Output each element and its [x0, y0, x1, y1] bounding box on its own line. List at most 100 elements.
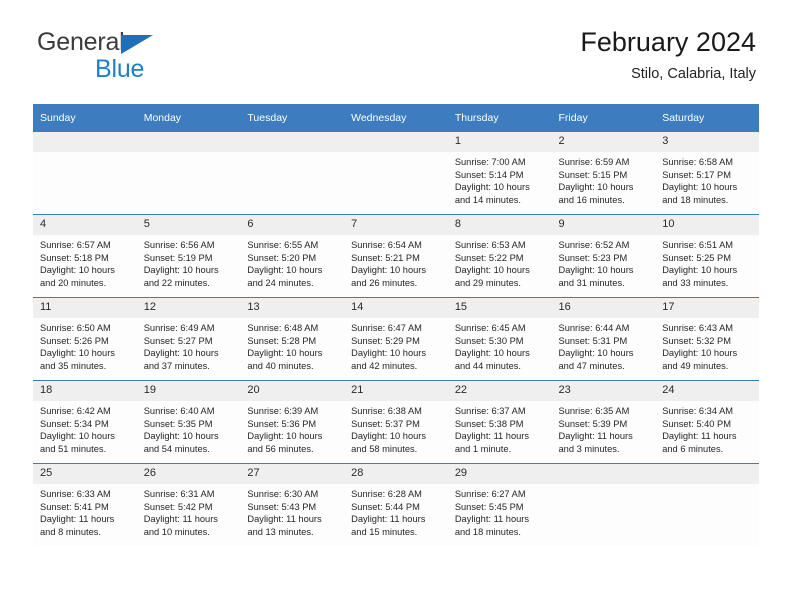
daylight-text-line2: and 13 minutes.: [247, 526, 314, 537]
calendar-day-cell[interactable]: 16 Sunrise: 6:44 AM Sunset: 5:31 PM Dayligh…: [551, 297, 656, 381]
day-number: 23: [551, 381, 656, 401]
day-number: 28: [344, 464, 448, 484]
calendar-day-cell[interactable]: 9 Sunrise: 6:52 AM Sunset: 5:23 PM Daylight…: [551, 214, 656, 298]
calendar-day-cell[interactable]: 27 Sunrise: 6:30 AM Sunset: 5:43 PM Dayligh…: [240, 463, 345, 546]
calendar-day-cell[interactable]: 13 Sunrise: 6:48 AM Sunset: 5:28 PM Dayligh…: [240, 297, 345, 381]
calendar-day-cell[interactable]: 20 Sunrise: 6:39 AM Sunset: 5:36 PM Dayligh…: [240, 380, 345, 464]
day-number: 29: [447, 464, 552, 484]
sunset-text: Sunset: 5:27 PM: [143, 335, 213, 346]
day-number: 14: [344, 298, 448, 318]
daylight-text-line2: and 42 minutes.: [351, 360, 418, 371]
daylight-text-line2: and 6 minutes.: [662, 443, 724, 454]
daylight-text-line2: and 47 minutes.: [558, 360, 625, 371]
day-number: 3: [655, 132, 759, 152]
sunrise-text: Sunrise: 6:33 AM: [40, 489, 111, 499]
calendar-day-cell-empty: [655, 463, 759, 546]
sunset-text: Sunset: 5:34 PM: [40, 418, 109, 429]
calendar-day-cell[interactable]: 7 Sunrise: 6:54 AM Sunset: 5:21 PM Daylight…: [344, 214, 448, 298]
sunset-text: Sunset: 5:25 PM: [662, 252, 731, 263]
daylight-text-line1: Daylight: 10 hours: [40, 265, 115, 276]
calendar-day-cell[interactable]: 18 Sunrise: 6:42 AM Sunset: 5:34 PM Dayligh…: [33, 380, 137, 464]
calendar-day-cell[interactable]: 23 Sunrise: 6:35 AM Sunset: 5:39 PM Dayligh…: [551, 380, 656, 464]
day-sun-info: Sunrise: 6:27 AM Sunset: 5:45 PM Daylight:…: [448, 484, 552, 538]
sunset-text: Sunset: 5:19 PM: [143, 252, 213, 263]
day-number: 20: [240, 381, 345, 401]
calendar-day-cell[interactable]: 15 Sunrise: 6:45 AM Sunset: 5:30 PM Dayligh…: [447, 297, 552, 381]
calendar-day-cell[interactable]: 29 Sunrise: 6:27 AM Sunset: 5:45 PM Dayligh…: [447, 463, 552, 546]
day-number: 6: [240, 215, 345, 235]
calendar-day-cell[interactable]: 3 Sunrise: 6:58 AM Sunset: 5:17 PM Daylight…: [655, 132, 759, 215]
weekday-header-wednesday: Wednesday: [344, 104, 448, 132]
daylight-text-line1: Daylight: 11 hours: [454, 431, 530, 442]
calendar-day-cell[interactable]: 5 Sunrise: 6:56 AM Sunset: 5:19 PM Daylight…: [136, 214, 241, 298]
day-sun-info: Sunrise: 6:31 AM Sunset: 5:42 PM Daylight:…: [137, 484, 241, 538]
day-sun-info: Sunrise: 6:54 AM Sunset: 5:21 PM Daylight:…: [344, 235, 448, 289]
general-blue-logo[interactable]: General Blue: [37, 30, 217, 82]
sunrise-text: Sunrise: 6:31 AM: [143, 489, 215, 499]
day-number: 1: [447, 132, 552, 152]
calendar-day-cell[interactable]: 24 Sunrise: 6:34 AM Sunset: 5:40 PM Dayligh…: [655, 380, 759, 464]
triangle-icon: [121, 35, 153, 54]
day-sun-info: Sunrise: 6:53 AM Sunset: 5:22 PM Daylight:…: [448, 235, 552, 289]
calendar-day-cell[interactable]: 12 Sunrise: 6:49 AM Sunset: 5:27 PM Dayligh…: [136, 297, 241, 381]
calendar-day-cell[interactable]: 22 Sunrise: 6:37 AM Sunset: 5:38 PM Dayligh…: [447, 380, 552, 464]
sunset-text: Sunset: 5:44 PM: [351, 501, 420, 512]
day-number: 4: [33, 215, 137, 235]
day-sun-info: Sunrise: 6:49 AM Sunset: 5:27 PM Daylight:…: [137, 318, 241, 372]
daylight-text-line2: and 40 minutes.: [247, 360, 314, 371]
sunrise-text: Sunrise: 6:37 AM: [454, 406, 526, 416]
calendar-day-cell[interactable]: 4 Sunrise: 6:57 AM Sunset: 5:18 PM Daylight…: [33, 214, 137, 298]
weekday-header-monday: Monday: [136, 104, 241, 132]
sunrise-text: Sunrise: 6:43 AM: [662, 323, 734, 333]
daylight-text-line2: and 15 minutes.: [351, 526, 418, 537]
day-number: 22: [447, 381, 552, 401]
daylight-text-line1: Daylight: 11 hours: [351, 514, 426, 525]
daylight-text-line1: Daylight: 10 hours: [662, 265, 738, 276]
sunset-text: Sunset: 5:20 PM: [247, 252, 317, 263]
calendar-day-cell[interactable]: 6 Sunrise: 6:55 AM Sunset: 5:20 PM Daylight…: [240, 214, 345, 298]
calendar-day-cell[interactable]: 10 Sunrise: 6:51 AM Sunset: 5:25 PM Dayligh…: [655, 214, 759, 298]
day-sun-info: Sunrise: 6:48 AM Sunset: 5:28 PM Daylight:…: [240, 318, 344, 372]
sunset-text: Sunset: 5:41 PM: [40, 501, 109, 512]
sunrise-text: Sunrise: 6:28 AM: [351, 489, 422, 499]
day-sun-info: Sunrise: 6:37 AM Sunset: 5:38 PM Daylight:…: [448, 401, 552, 455]
sunrise-text: Sunrise: 6:44 AM: [558, 323, 630, 333]
daylight-text-line1: Daylight: 10 hours: [558, 348, 634, 359]
calendar-day-cell-empty: [136, 132, 241, 215]
sunrise-text: Sunrise: 6:40 AM: [143, 406, 215, 416]
sunset-text: Sunset: 5:29 PM: [351, 335, 420, 346]
daylight-text-line2: and 56 minutes.: [247, 443, 314, 454]
calendar-day-cell[interactable]: 28 Sunrise: 6:28 AM Sunset: 5:44 PM Dayligh…: [344, 463, 448, 546]
daylight-text-line1: Daylight: 10 hours: [247, 431, 323, 442]
sunrise-text: Sunrise: 6:56 AM: [143, 240, 215, 250]
daylight-text-line1: Daylight: 10 hours: [40, 431, 115, 442]
day-number: 9: [551, 215, 656, 235]
day-sun-info: Sunrise: 6:47 AM Sunset: 5:29 PM Daylight:…: [344, 318, 448, 372]
day-number: 13: [240, 298, 345, 318]
day-number: 10: [655, 215, 759, 235]
calendar-day-cell[interactable]: 17 Sunrise: 6:43 AM Sunset: 5:32 PM Dayligh…: [655, 297, 759, 381]
calendar-day-cell[interactable]: 2 Sunrise: 6:59 AM Sunset: 5:15 PM Daylight…: [551, 132, 656, 215]
day-sun-info: Sunrise: 6:42 AM Sunset: 5:34 PM Daylight:…: [33, 401, 137, 455]
calendar-day-cell[interactable]: 11 Sunrise: 6:50 AM Sunset: 5:26 PM Dayligh…: [33, 297, 137, 381]
calendar-day-cell[interactable]: 14 Sunrise: 6:47 AM Sunset: 5:29 PM Dayligh…: [344, 297, 448, 381]
calendar-day-cell[interactable]: 25 Sunrise: 6:33 AM Sunset: 5:41 PM Dayligh…: [33, 463, 137, 546]
sunset-text: Sunset: 5:36 PM: [247, 418, 317, 429]
calendar-day-cell[interactable]: 21 Sunrise: 6:38 AM Sunset: 5:37 PM Dayligh…: [344, 380, 448, 464]
calendar-day-cell[interactable]: 8 Sunrise: 6:53 AM Sunset: 5:22 PM Daylight…: [447, 214, 552, 298]
calendar-day-cell[interactable]: 19 Sunrise: 6:40 AM Sunset: 5:35 PM Dayligh…: [136, 380, 241, 464]
day-number: [136, 132, 241, 152]
calendar-week-row: 4 Sunrise: 6:57 AM Sunset: 5:18 PM Daylight…: [33, 214, 759, 298]
sunrise-text: Sunrise: 6:39 AM: [247, 406, 319, 416]
day-number: [240, 132, 345, 152]
calendar-day-cell-empty: [33, 132, 137, 215]
calendar-day-cell[interactable]: 26 Sunrise: 6:31 AM Sunset: 5:42 PM Dayligh…: [136, 463, 241, 546]
weekday-header-thursday: Thursday: [447, 104, 552, 132]
calendar-day-cell[interactable]: 1 Sunrise: 7:00 AM Sunset: 5:14 PM Daylight…: [447, 132, 552, 215]
daylight-text-line1: Daylight: 10 hours: [558, 265, 634, 276]
weekday-header-friday: Friday: [551, 104, 656, 132]
calendar-day-cell-empty: [240, 132, 345, 215]
daylight-text-line2: and 44 minutes.: [454, 360, 521, 371]
logo-word-blue: Blue: [95, 55, 145, 83]
daylight-text-line2: and 8 minutes.: [40, 526, 101, 537]
